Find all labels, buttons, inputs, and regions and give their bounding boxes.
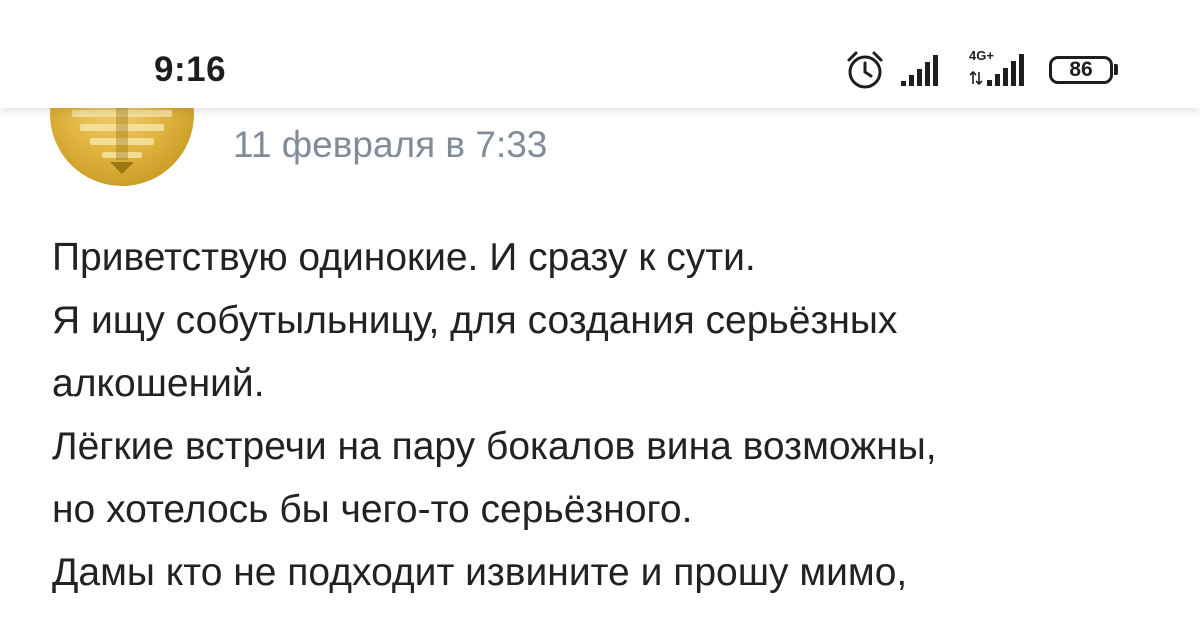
alarm-icon — [847, 51, 883, 89]
battery-level: 86 — [1069, 58, 1093, 81]
status-bar: 9:16 4G+ 86 — [0, 0, 1200, 108]
post-line: Лёгкие встречи на пару бокалов вина возм… — [52, 425, 937, 468]
post-text: Приветствую одинокие. И сразу к сути. Я … — [52, 226, 1162, 604]
status-icons: 4G+ 86 — [843, 46, 1143, 92]
post-line: Я ищу собутыльницу, для создания серьёзн… — [52, 299, 898, 342]
post-date[interactable]: 11 февраля в 7:33 — [233, 124, 547, 166]
status-time: 9:16 — [154, 50, 227, 89]
post-line: но хотелось бы чего-то серьёзного. — [52, 488, 693, 531]
battery-icon: 86 — [1049, 56, 1113, 84]
network-label: 4G+ — [969, 48, 994, 63]
post-line: алкошений. — [52, 362, 265, 405]
signal-icon — [901, 55, 938, 86]
post-line: Приветствую одинокие. И сразу к сути. — [52, 236, 756, 279]
battery-tip — [1114, 64, 1118, 75]
signal-4g-icon: 4G+ — [969, 48, 1024, 86]
post-line: Дамы кто не подходит извините и прошу ми… — [52, 551, 908, 594]
